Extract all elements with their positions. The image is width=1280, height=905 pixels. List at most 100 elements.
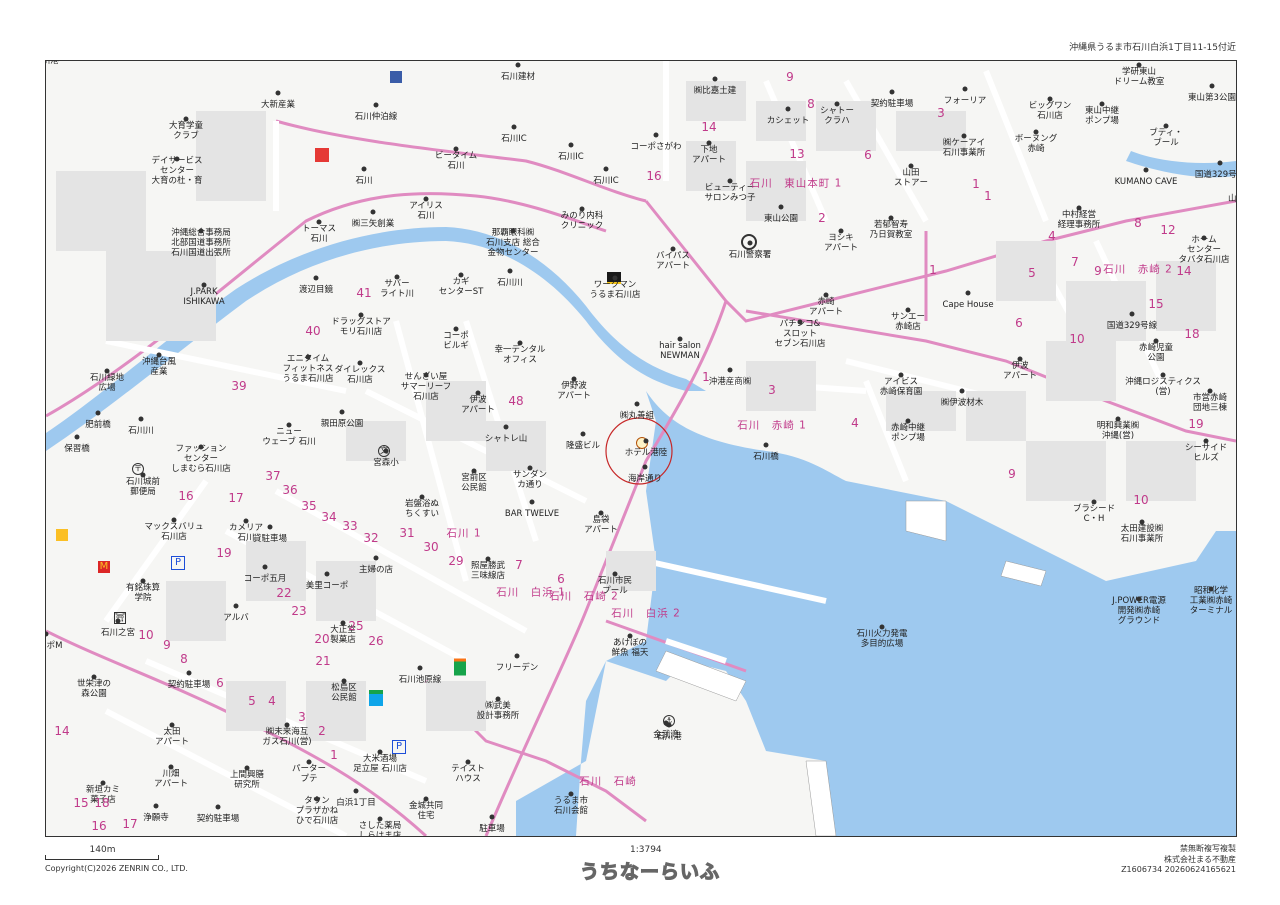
place-label[interactable]: 石川建材 bbox=[501, 72, 535, 82]
place-label[interactable]: ビッグワン 石川店 bbox=[1029, 101, 1072, 121]
place-label[interactable]: ビューティー サロンみつ子 bbox=[704, 183, 755, 203]
place-label[interactable]: 金武湾 bbox=[653, 730, 679, 740]
place-label[interactable]: うるま市 石川会館 bbox=[554, 796, 588, 816]
place-label[interactable]: 海岸通り bbox=[628, 474, 662, 484]
place-label[interactable]: コーポ五月 bbox=[244, 574, 287, 584]
place-label[interactable]: ㈱比嘉土建 bbox=[694, 86, 737, 96]
place-label[interactable]: 美里コーポ bbox=[306, 581, 349, 591]
place-label[interactable]: ブラシード C・H bbox=[1073, 504, 1115, 524]
place-label[interactable]: 山田 ストアー bbox=[894, 168, 928, 188]
place-label[interactable]: 世栄津の 森公園 bbox=[77, 679, 111, 699]
place-label[interactable]: 石川池原線 bbox=[399, 675, 442, 685]
place-label[interactable]: 大育学童 クラブ bbox=[169, 121, 203, 141]
place-label[interactable]: マックスバリュ 石川店 bbox=[144, 522, 203, 542]
place-label[interactable]: ホテル港陸 bbox=[625, 448, 668, 458]
place-label[interactable]: 沖縄台風 産業 bbox=[142, 357, 176, 377]
place-label[interactable]: 契約駐車場 bbox=[197, 814, 240, 824]
place-label[interactable]: アイリス 石川 bbox=[409, 201, 443, 221]
place-label[interactable]: 渡辺目鏡 bbox=[299, 285, 333, 295]
place-label[interactable]: 石川川 bbox=[128, 426, 154, 436]
place-label[interactable]: フリーデン bbox=[496, 663, 539, 673]
place-label[interactable]: 貸駐車場 bbox=[253, 534, 287, 544]
place-label[interactable]: 東山公園 bbox=[764, 214, 798, 224]
place-label[interactable]: 松島区 公民館 bbox=[331, 683, 357, 703]
place-label[interactable]: 石川火力発電 多目的広場 bbox=[856, 629, 907, 649]
place-label[interactable]: 契約駐車場 bbox=[871, 99, 914, 109]
place-label[interactable]: 沖縄ロジスティクス (営) bbox=[1125, 377, 1201, 397]
place-label[interactable]: 白浜1丁目 bbox=[336, 798, 375, 808]
place-label[interactable]: 中村経営 経理事務所 bbox=[1058, 210, 1101, 230]
place-label[interactable]: 駐車場 bbox=[479, 824, 505, 834]
place-label[interactable]: 大新産業 bbox=[261, 100, 295, 110]
place-label[interactable]: 上間興膳 研究所 bbox=[230, 770, 264, 790]
place-label[interactable]: パーター プテ bbox=[292, 764, 326, 784]
map-canvas[interactable]: P P M ⛩ 〒 文 ⚓ 大育学童クラブ大新産業ビータイム石川石川仲泊線石川I… bbox=[45, 60, 1237, 837]
place-label[interactable]: 石川橋 bbox=[753, 452, 779, 462]
place-label[interactable]: 伊波 アパート bbox=[1003, 361, 1037, 381]
place-label[interactable]: 赤崎児童 公園 bbox=[1139, 343, 1173, 363]
place-label[interactable]: コーポ ビルギ bbox=[443, 331, 469, 351]
place-label[interactable]: 太田 アパート bbox=[155, 727, 189, 747]
place-label[interactable]: 石川 bbox=[355, 176, 372, 186]
place-label[interactable]: バイパス アパート bbox=[656, 251, 690, 271]
place-label[interactable]: ㈱三矢創業 bbox=[352, 219, 395, 229]
place-label[interactable]: 東山第3公園 bbox=[1188, 93, 1236, 103]
place-label[interactable]: 主婦の店 bbox=[359, 565, 393, 575]
place-label[interactable]: 石川警察署 bbox=[729, 250, 772, 260]
place-label[interactable]: ワークマン うるま石川店 bbox=[589, 280, 640, 300]
place-label[interactable]: KUMANO CAVE bbox=[1115, 177, 1178, 187]
place-label[interactable]: 契約駐車場 bbox=[168, 680, 211, 690]
place-label[interactable]: 岩盤浴ぬ ちくすい bbox=[405, 499, 439, 519]
place-label[interactable]: 有銘珠算 学院 bbox=[126, 583, 160, 603]
place-label[interactable]: Cape House bbox=[942, 300, 993, 310]
place-label[interactable]: 石川IC bbox=[558, 152, 583, 162]
place-label[interactable]: 石川城前 郵便局 bbox=[126, 477, 160, 497]
place-label[interactable]: ボーヌング 赤崎 bbox=[1015, 134, 1058, 154]
place-label[interactable]: 照屋勝武 三味線店 bbox=[471, 561, 505, 581]
place-label[interactable]: サンエー 赤崎店 bbox=[891, 312, 925, 332]
place-label[interactable]: コーポM bbox=[46, 641, 62, 651]
place-label[interactable]: 島袋 アパート bbox=[584, 515, 618, 535]
place-label[interactable]: ニュー ウェーブ 石川 bbox=[262, 427, 315, 447]
place-label[interactable]: 石川IC bbox=[593, 176, 618, 186]
place-label[interactable]: シーサイド ヒルズ bbox=[1185, 443, 1227, 463]
place-label[interactable]: さした薬局 しらはま店 bbox=[359, 821, 402, 836]
place-label[interactable]: ㈱武美 設計事務所 bbox=[477, 701, 520, 721]
place-label[interactable]: ㈱未来海互 ガス石川(営) bbox=[262, 727, 311, 747]
place-label[interactable]: 沖港産商㈱ bbox=[709, 377, 752, 387]
place-label[interactable]: 大米酒場 足立屋 石川店 bbox=[353, 754, 407, 774]
place-label[interactable]: シャトー クラハ bbox=[820, 106, 854, 126]
place-label[interactable]: カギ センターST bbox=[439, 277, 484, 297]
place-label[interactable]: コーポさがわ bbox=[630, 142, 681, 152]
place-label[interactable]: 石川川 bbox=[497, 278, 523, 288]
place-label[interactable]: ㈱ケーアイ 石川事業所 bbox=[943, 138, 986, 158]
place-label[interactable]: 金城共同 住宅 bbox=[409, 801, 443, 821]
place-label[interactable]: 伊野波 アパート bbox=[557, 381, 591, 401]
place-label[interactable]: 赤崎 アパート bbox=[809, 297, 843, 317]
place-label[interactable]: ビータイム 石川 bbox=[435, 151, 477, 171]
place-label[interactable]: 宮前区 公民館 bbox=[461, 473, 487, 493]
place-label[interactable]: テイスト ハウス bbox=[451, 764, 485, 784]
place-label[interactable]: 若郁智寿 乃日賀教室 bbox=[870, 220, 913, 240]
place-label[interactable]: ブティ・ ブール bbox=[1149, 128, 1183, 148]
place-label[interactable]: トーマス 石川 bbox=[302, 224, 336, 244]
place-label[interactable]: ドラッグストア モリ石川店 bbox=[331, 317, 391, 337]
place-label[interactable]: ヨシキ アパート bbox=[824, 233, 858, 253]
place-label[interactable]: 石川仲泊線 bbox=[355, 112, 398, 122]
place-label[interactable]: 浄願寺 bbox=[143, 813, 169, 823]
place-label[interactable]: 学研東山 ドリーム教室 bbox=[1114, 67, 1165, 87]
place-label[interactable]: カシェット bbox=[767, 116, 810, 126]
place-label[interactable]: フォーリア bbox=[944, 96, 987, 106]
place-label[interactable]: サンダン カ通り bbox=[513, 470, 547, 490]
place-label[interactable]: ㈱伊波材木 bbox=[941, 398, 984, 408]
place-label[interactable]: 山城飯金 bbox=[1228, 194, 1236, 204]
place-label[interactable]: 国道329号線 bbox=[1195, 170, 1236, 180]
place-label[interactable]: サバー ライト川 bbox=[380, 279, 414, 299]
place-label[interactable]: 肥前橋 bbox=[85, 420, 111, 430]
place-label[interactable]: J.PARK ISHIKAWA bbox=[183, 287, 224, 307]
place-label[interactable]: アイビス 赤崎保育園 bbox=[880, 377, 923, 397]
place-label[interactable]: 保習橋 bbox=[64, 444, 90, 454]
place-label[interactable]: ㈱丸善組 bbox=[620, 411, 654, 421]
place-label[interactable]: みのり内科 クリニック bbox=[561, 211, 604, 231]
place-label[interactable]: 宮森小 bbox=[373, 458, 399, 468]
